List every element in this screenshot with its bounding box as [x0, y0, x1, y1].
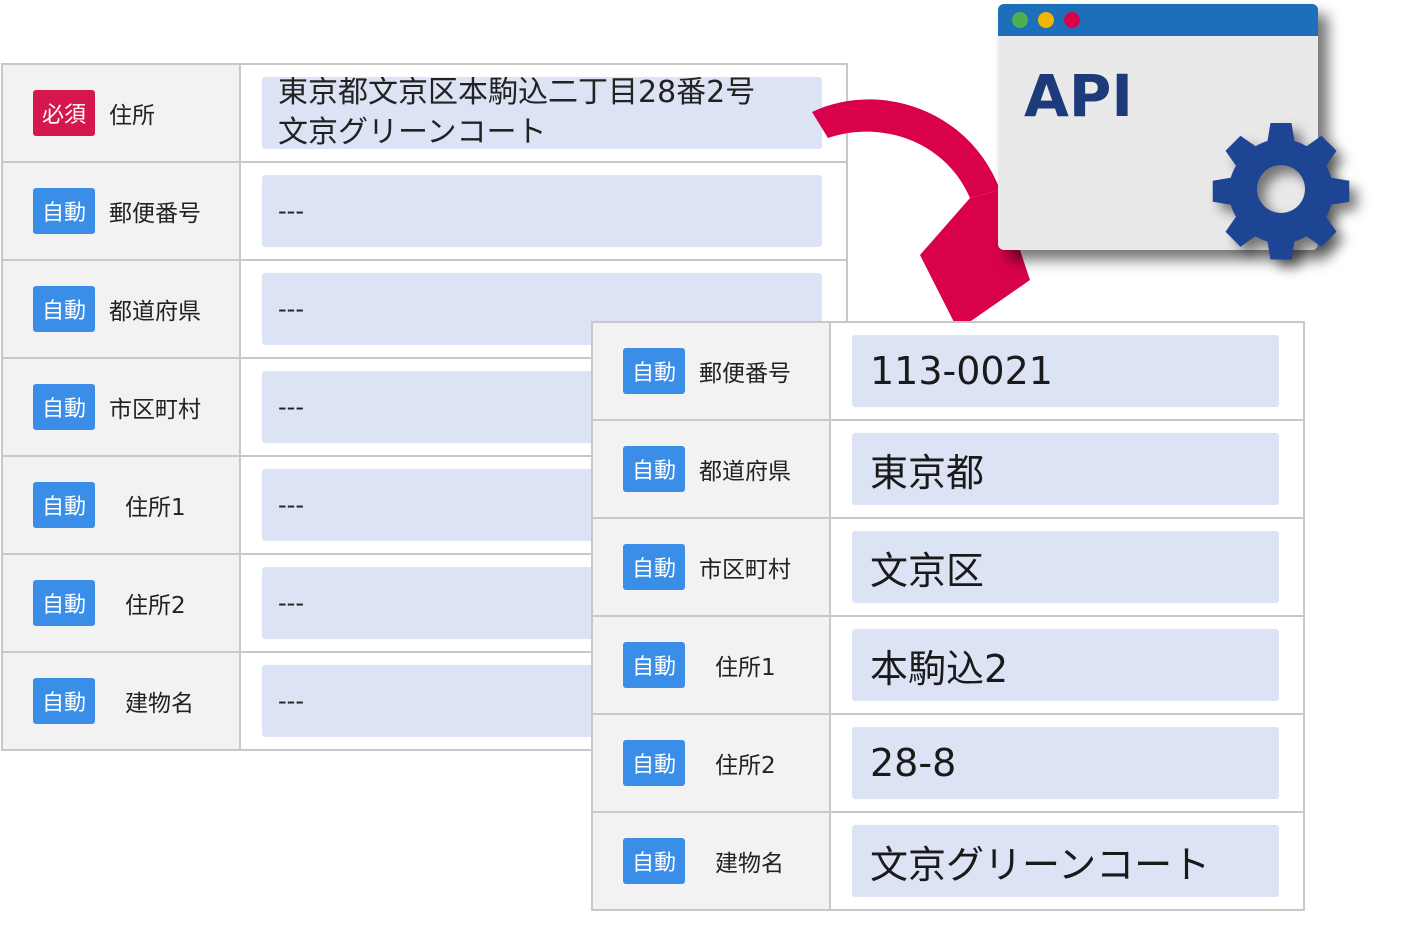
auto-badge: 自動 [33, 286, 95, 332]
form-row-postal-code: 自動 郵便番号 --- [1, 161, 848, 261]
label-cell: 自動 住所1 [1, 455, 241, 555]
auto-badge: 自動 [623, 348, 685, 394]
form-row-address1: 自動 住所1 本駒込2 [591, 615, 1305, 715]
auto-badge: 自動 [33, 188, 95, 234]
value-cell: 東京都 [829, 419, 1305, 519]
field-label-building: 建物名 [125, 691, 194, 717]
label-cell: 自動 住所2 [591, 713, 831, 813]
building-field[interactable]: 文京グリーンコート [852, 825, 1279, 897]
field-label-prefecture: 都道府県 [109, 299, 201, 325]
form-row-postal-code: 自動 郵便番号 113-0021 [591, 321, 1305, 421]
auto-badge: 自動 [623, 544, 685, 590]
auto-badge: 自動 [33, 580, 95, 626]
label-cell: 自動 都道府県 [591, 419, 831, 519]
prefecture-field[interactable]: 東京都 [852, 433, 1279, 505]
postal-code-field[interactable]: --- [262, 175, 822, 247]
field-label-city: 市区町村 [109, 397, 201, 423]
value-cell: 文京グリーンコート [829, 811, 1305, 911]
auto-badge: 自動 [623, 740, 685, 786]
auto-badge: 自動 [623, 838, 685, 884]
field-label-address1: 住所1 [125, 495, 186, 521]
field-label-building: 建物名 [715, 851, 784, 877]
field-label-address2: 住所2 [125, 593, 186, 619]
address2-field[interactable]: 28-8 [852, 727, 1279, 799]
label-cell: 自動 市区町村 [1, 357, 241, 457]
form-row-address2: 自動 住所2 28-8 [591, 713, 1305, 813]
window-dot-red [1064, 12, 1080, 28]
label-cell: 自動 建物名 [1, 651, 241, 751]
window-dot-yellow [1038, 12, 1054, 28]
gear-icon [1212, 123, 1350, 260]
form-row-city: 自動 市区町村 文京区 [591, 517, 1305, 617]
address1-field[interactable]: 本駒込2 [852, 629, 1279, 701]
api-window: API [998, 4, 1350, 260]
address-line-2: 文京グリーンコート [278, 115, 547, 149]
api-title: API [1024, 62, 1133, 130]
postal-code-field[interactable]: 113-0021 [852, 335, 1279, 407]
value-cell: 本駒込2 [829, 615, 1305, 715]
field-label-address2: 住所2 [715, 753, 776, 779]
label-cell: 自動 住所1 [591, 615, 831, 715]
value-cell: 28-8 [829, 713, 1305, 813]
field-label-address1: 住所1 [715, 655, 776, 681]
field-label-address: 住所 [109, 103, 155, 129]
address-line-1: 東京都文京区本駒込二丁目28番2号 [278, 77, 756, 110]
window-dot-green [1012, 12, 1028, 28]
auto-badge: 自動 [33, 384, 95, 430]
form-row-address: 必須 住所 東京都文京区本駒込二丁目28番2号 文京グリーンコート [1, 63, 848, 163]
label-cell: 自動 郵便番号 [591, 321, 831, 421]
address-result-form: 自動 郵便番号 113-0021 自動 都道府県 東京都 自動 市区町村 文京区 [591, 321, 1305, 911]
address-input[interactable]: 東京都文京区本駒込二丁目28番2号 文京グリーンコート [262, 77, 822, 149]
auto-badge: 自動 [33, 678, 95, 724]
label-cell: 自動 郵便番号 [1, 161, 241, 261]
value-cell: --- [239, 161, 848, 261]
city-field[interactable]: 文京区 [852, 531, 1279, 603]
label-cell: 自動 住所2 [1, 553, 241, 653]
auto-badge: 自動 [623, 642, 685, 688]
field-label-prefecture: 都道府県 [699, 459, 791, 485]
auto-badge: 自動 [623, 446, 685, 492]
api-window-titlebar [998, 4, 1318, 36]
label-cell: 必須 住所 [1, 63, 241, 163]
form-row-building: 自動 建物名 文京グリーンコート [591, 811, 1305, 911]
value-cell: 東京都文京区本駒込二丁目28番2号 文京グリーンコート [239, 63, 848, 163]
label-cell: 自動 都道府県 [1, 259, 241, 359]
label-cell: 自動 建物名 [591, 811, 831, 911]
form-row-prefecture: 自動 都道府県 東京都 [591, 419, 1305, 519]
value-cell: 113-0021 [829, 321, 1305, 421]
field-label-city: 市区町村 [699, 557, 791, 583]
value-cell: 文京区 [829, 517, 1305, 617]
field-label-postal-code: 郵便番号 [109, 201, 201, 227]
field-label-postal-code: 郵便番号 [699, 361, 791, 387]
label-cell: 自動 市区町村 [591, 517, 831, 617]
required-badge: 必須 [33, 90, 95, 136]
auto-badge: 自動 [33, 482, 95, 528]
